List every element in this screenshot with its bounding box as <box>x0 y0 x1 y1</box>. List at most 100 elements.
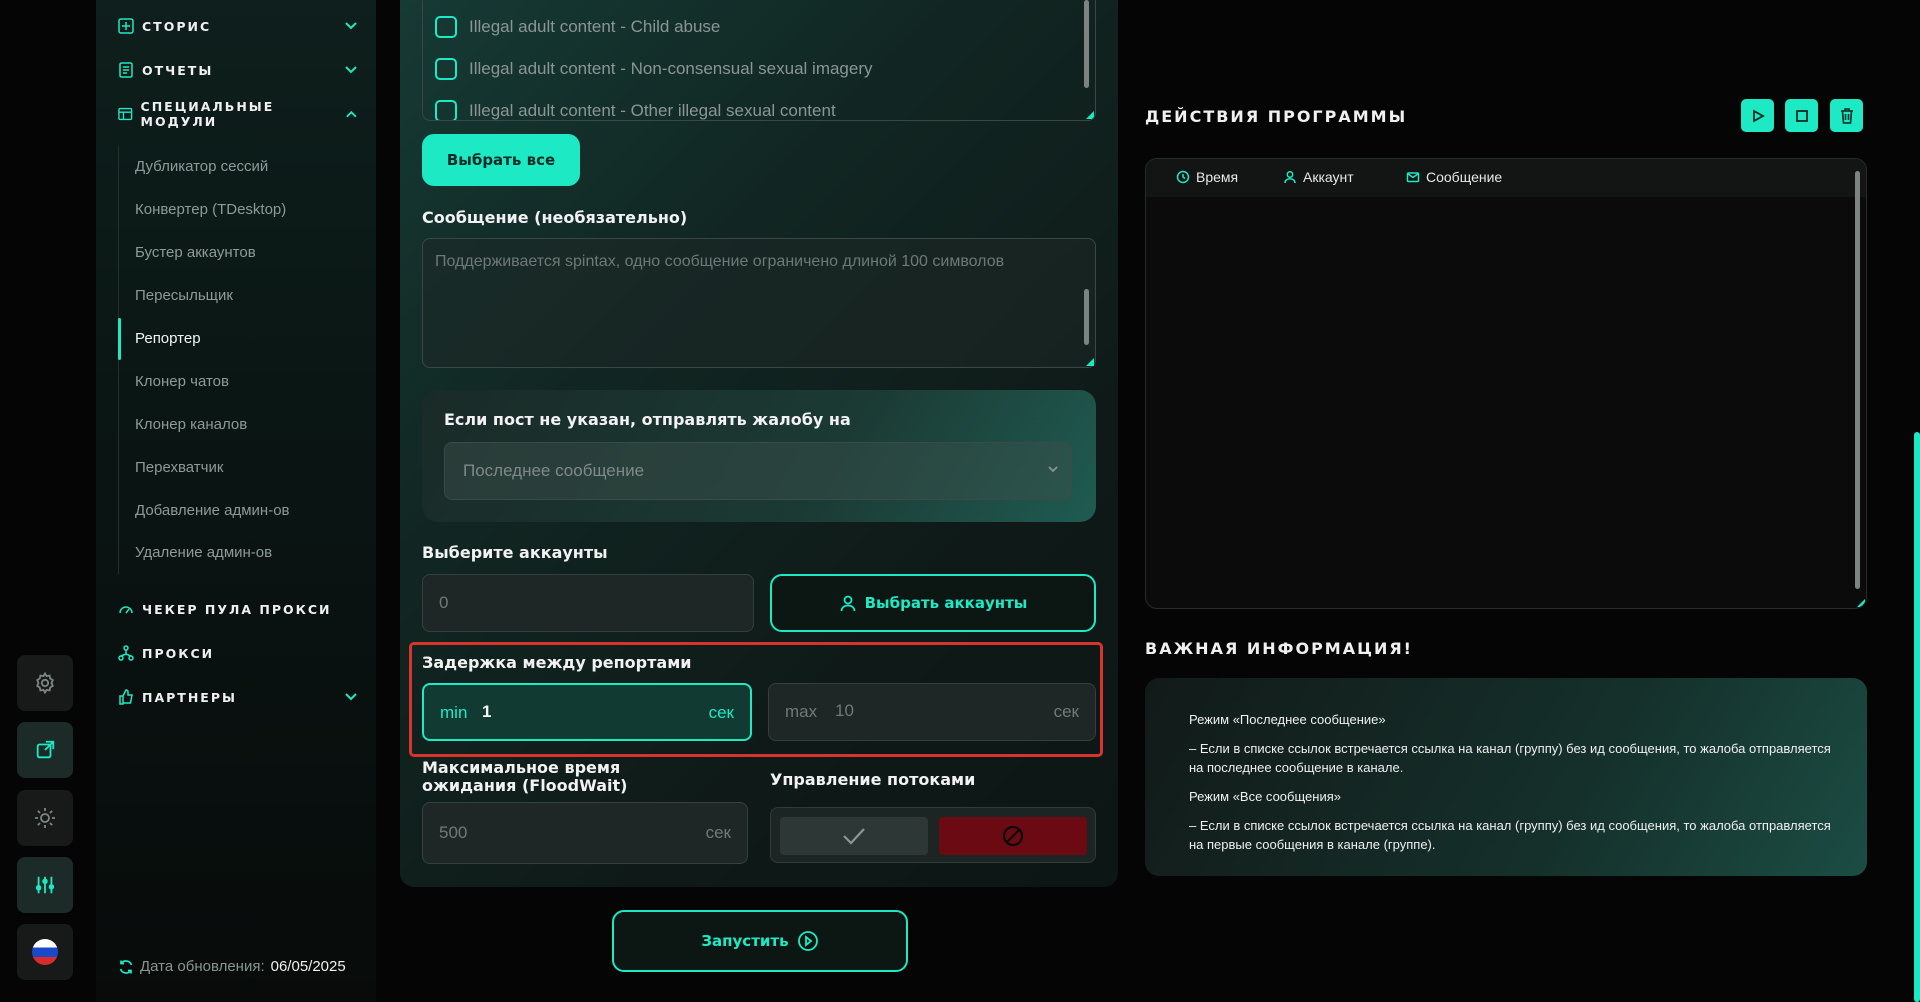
disable-threads-button[interactable] <box>939 817 1087 855</box>
sidebar-item-reporter[interactable]: Репортер <box>135 330 201 347</box>
checkbox[interactable] <box>435 58 457 80</box>
sidebar-item-add-admins[interactable]: Добавление админ-ов <box>135 502 290 519</box>
log-clear-button[interactable] <box>1830 99 1863 132</box>
settings-button[interactable] <box>17 655 73 711</box>
refresh-icon <box>119 959 133 974</box>
floodwait-label: Максимальное время ожидания (FloodWait) <box>422 758 628 795</box>
enable-threads-button[interactable] <box>780 817 928 855</box>
sidebar-section-stories[interactable]: СТОРИС <box>118 14 358 38</box>
open-external-button[interactable] <box>17 722 73 778</box>
reason-option[interactable]: Illegal adult content - Child abuse <box>435 16 720 38</box>
trash-icon <box>1840 107 1853 124</box>
report-icon <box>119 62 133 78</box>
column-label: Время <box>1196 169 1239 185</box>
info-mode-text: – Если в списке ссылок встречается ссылк… <box>1189 818 1831 852</box>
resize-handle[interactable] <box>1857 599 1865 607</box>
reason-list-scrollbar[interactable] <box>1084 0 1089 88</box>
icon-rail <box>17 0 73 1002</box>
chevron-up-icon <box>346 110 357 118</box>
resize-handle[interactable] <box>1086 358 1094 366</box>
accounts-count: 0 <box>439 593 449 612</box>
gear-icon <box>36 671 54 695</box>
resize-handle[interactable] <box>1086 111 1094 119</box>
sidebar-section-label: СТОРИС <box>142 18 212 34</box>
select-all-button[interactable]: Выбрать все <box>422 134 580 186</box>
sidebar-section-label: ПАРТНЕРЫ <box>142 689 237 705</box>
message-scrollbar[interactable] <box>1084 289 1089 345</box>
select-accounts-button[interactable]: Выбрать аккаунты <box>770 574 1096 632</box>
sidebar-item-forwarder[interactable]: Пересыльщик <box>135 287 233 304</box>
reason-option[interactable]: Illegal adult content - Other illegal se… <box>435 100 836 120</box>
info-card: Режим «Последнее сообщение» – Если в спи… <box>1145 678 1867 876</box>
message-textarea[interactable]: Поддерживается spintax, одно сообщение о… <box>422 238 1096 368</box>
checkbox[interactable] <box>435 100 457 120</box>
sidebar-item-chat-cloner[interactable]: Клонер чатов <box>135 373 229 390</box>
sidebar-section-reports[interactable]: ОТЧЕТЫ <box>118 58 358 82</box>
update-date: 06/05/2025 <box>270 958 346 975</box>
sidebar-section-label: ОТЧЕТЫ <box>142 62 214 78</box>
page-scrollbar[interactable] <box>1914 432 1920 1002</box>
sidebar: СТОРИС ОТЧЕТЫ СПЕЦИАЛЬНЫЕ МОДУЛИ Дублика… <box>96 0 376 1002</box>
floodwait-value: 500 <box>439 823 468 842</box>
column-time: Время <box>1176 169 1238 185</box>
sidebar-item-interceptor[interactable]: Перехватчик <box>135 459 223 476</box>
sidebar-section-partners[interactable]: ПАРТНЕРЫ <box>118 685 358 709</box>
sidebar-section-label: СПЕЦИАЛЬНЫЕ МОДУЛИ <box>140 99 275 129</box>
sidebar-section-proxy-checker[interactable]: ЧЕКЕР ПУЛА ПРОКСИ <box>118 597 358 621</box>
active-indicator <box>118 318 121 360</box>
language-button[interactable] <box>17 924 73 980</box>
start-button[interactable]: Запустить <box>612 910 908 972</box>
log-table: Время Аккаунт Сообщение <box>1145 158 1867 609</box>
sidebar-item-session-duplicator[interactable]: Дубликатор сессий <box>135 158 268 175</box>
sidebar-item-remove-admins[interactable]: Удаление админ-ов <box>135 544 272 561</box>
modules-icon <box>118 107 133 121</box>
user-icon <box>1284 171 1296 184</box>
controls-button[interactable] <box>17 857 73 913</box>
floodwait-unit: сек <box>705 823 731 842</box>
log-play-button[interactable] <box>1741 99 1774 132</box>
sidebar-item-converter[interactable]: Конвертер (TDesktop) <box>135 201 286 218</box>
column-label: Аккаунт <box>1303 169 1354 185</box>
message-label: Сообщение (необязательно) <box>422 208 688 227</box>
log-scrollbar[interactable] <box>1855 171 1860 589</box>
sidebar-section-special[interactable]: СПЕЦИАЛЬНЫЕ МОДУЛИ <box>118 99 358 129</box>
message-placeholder: Поддерживается spintax, одно сообщение о… <box>435 253 1005 270</box>
block-icon <box>1002 825 1024 847</box>
sidebar-section-proxy[interactable]: ПРОКСИ <box>118 641 358 665</box>
report-reason-list: Illegal adult content - Child abuse Ille… <box>422 0 1096 121</box>
user-icon <box>840 595 856 612</box>
sidebar-section-label: ЧЕКЕР ПУЛА ПРОКСИ <box>142 601 332 617</box>
sun-icon <box>35 808 55 828</box>
sidebar-item-channel-cloner[interactable]: Клонер каналов <box>135 416 247 433</box>
fallback-label: Если пост не указан, отправлять жалобу н… <box>444 410 851 429</box>
log-stop-button[interactable] <box>1785 99 1818 132</box>
checkbox[interactable] <box>435 16 457 38</box>
threads-label: Управление потоками <box>770 770 976 789</box>
update-info: Дата обновления: 06/05/2025 <box>118 958 346 975</box>
play-circle-icon <box>797 931 818 951</box>
fallback-card: Если пост не указан, отправлять жалобу н… <box>422 390 1096 522</box>
accounts-count-field[interactable]: 0 <box>422 574 754 632</box>
reason-label: Illegal adult content - Non-consensual s… <box>469 59 873 78</box>
check-icon <box>843 828 865 845</box>
network-icon <box>118 645 134 661</box>
select-accounts-label: Выбрать аккаунты <box>864 594 1028 612</box>
external-link-icon <box>36 740 55 759</box>
chevron-down-icon <box>345 22 357 30</box>
start-label: Запустить <box>701 932 789 950</box>
info-title: ВАЖНАЯ ИНФОРМАЦИЯ! <box>1145 639 1413 658</box>
log-header: Время Аккаунт Сообщение <box>1146 159 1866 197</box>
russia-flag-icon <box>32 939 58 965</box>
reason-option[interactable]: Illegal adult content - Non-consensual s… <box>435 58 873 80</box>
info-mode-title: Режим «Все сообщения» <box>1189 789 1341 804</box>
chevron-down-icon <box>1048 466 1058 473</box>
update-label: Дата обновления: <box>140 958 265 975</box>
fallback-value: Последнее сообщение <box>463 461 645 480</box>
fallback-select[interactable]: Последнее сообщение <box>444 442 1072 500</box>
chevron-down-icon <box>345 66 357 74</box>
sliders-icon <box>35 876 55 894</box>
accounts-label: Выберите аккаунты <box>422 543 608 562</box>
theme-button[interactable] <box>17 790 73 846</box>
floodwait-field[interactable]: 500 сек <box>422 802 748 864</box>
sidebar-item-booster[interactable]: Бустер аккаунтов <box>135 244 256 261</box>
